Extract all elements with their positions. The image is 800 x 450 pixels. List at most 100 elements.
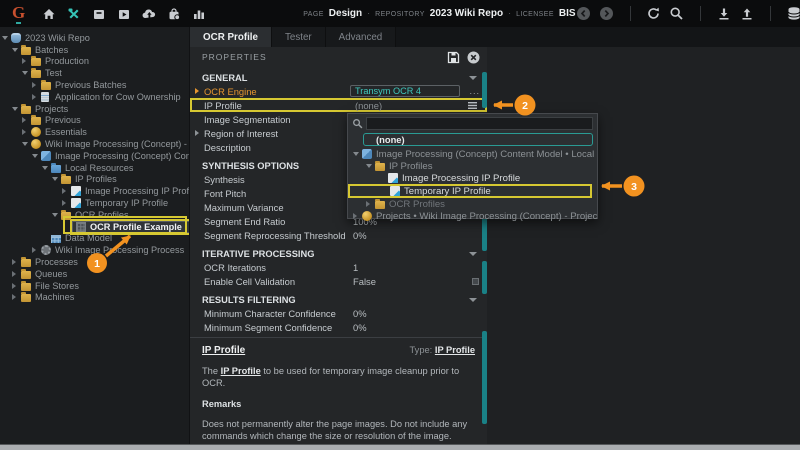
chevron-down-icon[interactable] bbox=[469, 252, 477, 256]
expander-closed-icon[interactable] bbox=[32, 94, 40, 100]
ip-profile-link[interactable]: IP Profile bbox=[221, 366, 261, 376]
tree-item-test[interactable]: Test bbox=[0, 67, 189, 79]
tree-item-essentials[interactable]: Essentials bbox=[0, 126, 189, 138]
tree-item-wiki-image-processing-process[interactable]: Wiki Image Processing Process bbox=[0, 244, 189, 256]
property-row-ocr-iterations[interactable]: OCR Iterations1 bbox=[190, 260, 487, 274]
property-row-minimum-segment-confidence[interactable]: Minimum Segment Confidence0% bbox=[190, 320, 487, 334]
upload-icon[interactable] bbox=[739, 6, 755, 22]
save-icon[interactable] bbox=[445, 49, 461, 65]
back-icon[interactable] bbox=[576, 6, 592, 22]
search-icon[interactable] bbox=[669, 6, 685, 22]
property-value[interactable]: 0% bbox=[353, 308, 367, 319]
tree-item-previous-batches[interactable]: Previous Batches bbox=[0, 79, 189, 91]
tree-item-image-processing-ip-profile[interactable]: Image Processing IP Profile bbox=[0, 185, 189, 197]
chevron-down-icon[interactable] bbox=[469, 298, 477, 302]
ellipsis-button[interactable]: ... bbox=[469, 86, 480, 96]
property-row-segment-reprocessing-threshold[interactable]: Segment Reprocessing Threshold0% bbox=[190, 228, 487, 242]
expander-open-icon[interactable] bbox=[52, 177, 60, 181]
bar-chart-icon[interactable] bbox=[191, 6, 207, 22]
property-row-ocr-engine[interactable]: OCR EngineTransym OCR 4... bbox=[190, 84, 487, 98]
archive-box-icon[interactable] bbox=[91, 6, 107, 22]
section-header-iterative-processing[interactable]: ITERATIVE PROCESSING bbox=[190, 247, 487, 260]
expander-closed-icon[interactable] bbox=[366, 201, 374, 207]
property-row-ip-profile[interactable]: IP Profile(none) bbox=[190, 98, 487, 112]
tree-item-file-stores[interactable]: File Stores bbox=[0, 280, 189, 292]
scrollbar-thumb[interactable] bbox=[482, 72, 487, 108]
expander-closed-icon[interactable] bbox=[195, 130, 199, 136]
tree-item-image-processing-concept-content-model[interactable]: Image Processing (Concept) Content Model bbox=[0, 150, 189, 162]
forward-icon[interactable] bbox=[599, 6, 615, 22]
scrollbar-thumb[interactable] bbox=[482, 261, 487, 294]
tree-item-queues[interactable]: Queues bbox=[0, 268, 189, 280]
expander-open-icon[interactable] bbox=[32, 154, 40, 158]
tab-advanced[interactable]: Advanced bbox=[326, 27, 397, 47]
section-header-results-filtering[interactable]: RESULTS FILTERING bbox=[190, 293, 487, 306]
tree-item-projects[interactable]: Projects bbox=[0, 103, 189, 115]
checkbox[interactable] bbox=[472, 278, 479, 285]
dropdown-item-projects-wiki-image-processing-concept-project[interactable]: Projects • Wiki Image Processing (Concep… bbox=[348, 210, 597, 222]
tree-item-production[interactable]: Production bbox=[0, 56, 189, 68]
dropdown-item-image-processing-concept-content-model-local-resources[interactable]: Image Processing (Concept) Content Model… bbox=[348, 148, 597, 160]
tree-item-wiki-image-processing-concept-project[interactable]: Wiki Image Processing (Concept) - Projec… bbox=[0, 138, 189, 150]
expander-closed-icon[interactable] bbox=[62, 188, 70, 194]
tree-item-batches[interactable]: Batches bbox=[0, 44, 189, 56]
cloud-upload-icon[interactable] bbox=[141, 6, 157, 22]
bag-icon[interactable] bbox=[166, 6, 182, 22]
property-value[interactable]: False bbox=[353, 276, 376, 287]
expander-open-icon[interactable] bbox=[12, 107, 20, 111]
expander-open-icon[interactable] bbox=[52, 213, 60, 217]
dropdown-option-none[interactable]: (none) bbox=[363, 133, 593, 146]
expander-open-icon[interactable] bbox=[42, 166, 50, 170]
property-value-editor[interactable]: Transym OCR 4 bbox=[350, 85, 460, 97]
tree-item-temporary-ip-profile[interactable]: Temporary IP Profile bbox=[0, 197, 189, 209]
tab-tester[interactable]: Tester bbox=[272, 27, 326, 47]
expander-open-icon[interactable] bbox=[366, 164, 374, 168]
expander-closed-icon[interactable] bbox=[12, 283, 20, 289]
horizontal-scrollbar[interactable] bbox=[0, 444, 800, 450]
property-value[interactable]: 0% bbox=[353, 322, 367, 333]
expander-open-icon[interactable] bbox=[12, 48, 20, 52]
expander-open-icon[interactable] bbox=[22, 142, 30, 146]
expander-closed-icon[interactable] bbox=[22, 58, 30, 64]
property-row-minimum-character-confidence[interactable]: Minimum Character Confidence0% bbox=[190, 306, 487, 320]
tab-ocr-profile[interactable]: OCR Profile bbox=[190, 27, 272, 47]
tree-item-ocr-profile-example[interactable]: OCR Profile Example bbox=[0, 221, 189, 233]
dropdown-item-ocr-profiles[interactable]: OCR Profiles bbox=[348, 198, 597, 210]
expander-open-icon[interactable] bbox=[22, 71, 30, 75]
licensee-value[interactable]: BIS bbox=[559, 8, 576, 19]
tree-item-machines[interactable]: Machines bbox=[0, 292, 189, 304]
expander-closed-icon[interactable] bbox=[12, 271, 20, 277]
dropdown-item-image-processing-ip-profile[interactable]: Image Processing IP Profile bbox=[348, 172, 597, 184]
design-tools-icon[interactable] bbox=[66, 6, 82, 22]
tree-item-ip-profiles[interactable]: IP Profiles bbox=[0, 174, 189, 186]
expander-open-icon[interactable] bbox=[353, 152, 361, 156]
database-icon[interactable] bbox=[786, 6, 800, 22]
download-icon[interactable] bbox=[716, 6, 732, 22]
hamburger-menu-icon[interactable] bbox=[468, 102, 477, 109]
tree-item-previous[interactable]: Previous bbox=[0, 115, 189, 127]
chevron-down-icon[interactable] bbox=[469, 76, 477, 80]
dropdown-search-input[interactable] bbox=[366, 117, 593, 130]
tree-item-local-resources[interactable]: Local Resources bbox=[0, 162, 189, 174]
repository-value[interactable]: 2023 Wiki Repo bbox=[430, 8, 503, 19]
dropdown-item-ip-profiles[interactable]: IP Profiles bbox=[348, 160, 597, 172]
expander-closed-icon[interactable] bbox=[22, 117, 30, 123]
refresh-icon[interactable] bbox=[646, 6, 662, 22]
property-value[interactable]: 1 bbox=[353, 262, 358, 273]
expander-closed-icon[interactable] bbox=[12, 294, 20, 300]
property-row-enable-cell-validation[interactable]: Enable Cell ValidationFalse bbox=[190, 274, 487, 288]
close-icon[interactable] bbox=[465, 49, 481, 65]
tree-item-2023-wiki-repo[interactable]: 2023 Wiki Repo bbox=[0, 32, 189, 44]
grooper-logo[interactable]: G bbox=[12, 4, 25, 24]
expander-closed-icon[interactable] bbox=[62, 200, 70, 206]
home-icon[interactable] bbox=[41, 6, 57, 22]
tree-item-application-for-cow-ownership[interactable]: Application for Cow Ownership bbox=[0, 91, 189, 103]
scrollbar-thumb[interactable] bbox=[482, 331, 487, 424]
media-box-icon[interactable] bbox=[116, 6, 132, 22]
type-link[interactable]: IP Profile bbox=[435, 345, 475, 355]
expander-closed-icon[interactable] bbox=[353, 213, 361, 219]
property-value[interactable]: (none) bbox=[355, 100, 382, 111]
tree-item-processes[interactable]: Processes bbox=[0, 256, 189, 268]
dropdown-item-temporary-ip-profile[interactable]: Temporary IP Profile bbox=[348, 184, 592, 198]
section-header-general[interactable]: GENERAL bbox=[190, 71, 487, 84]
